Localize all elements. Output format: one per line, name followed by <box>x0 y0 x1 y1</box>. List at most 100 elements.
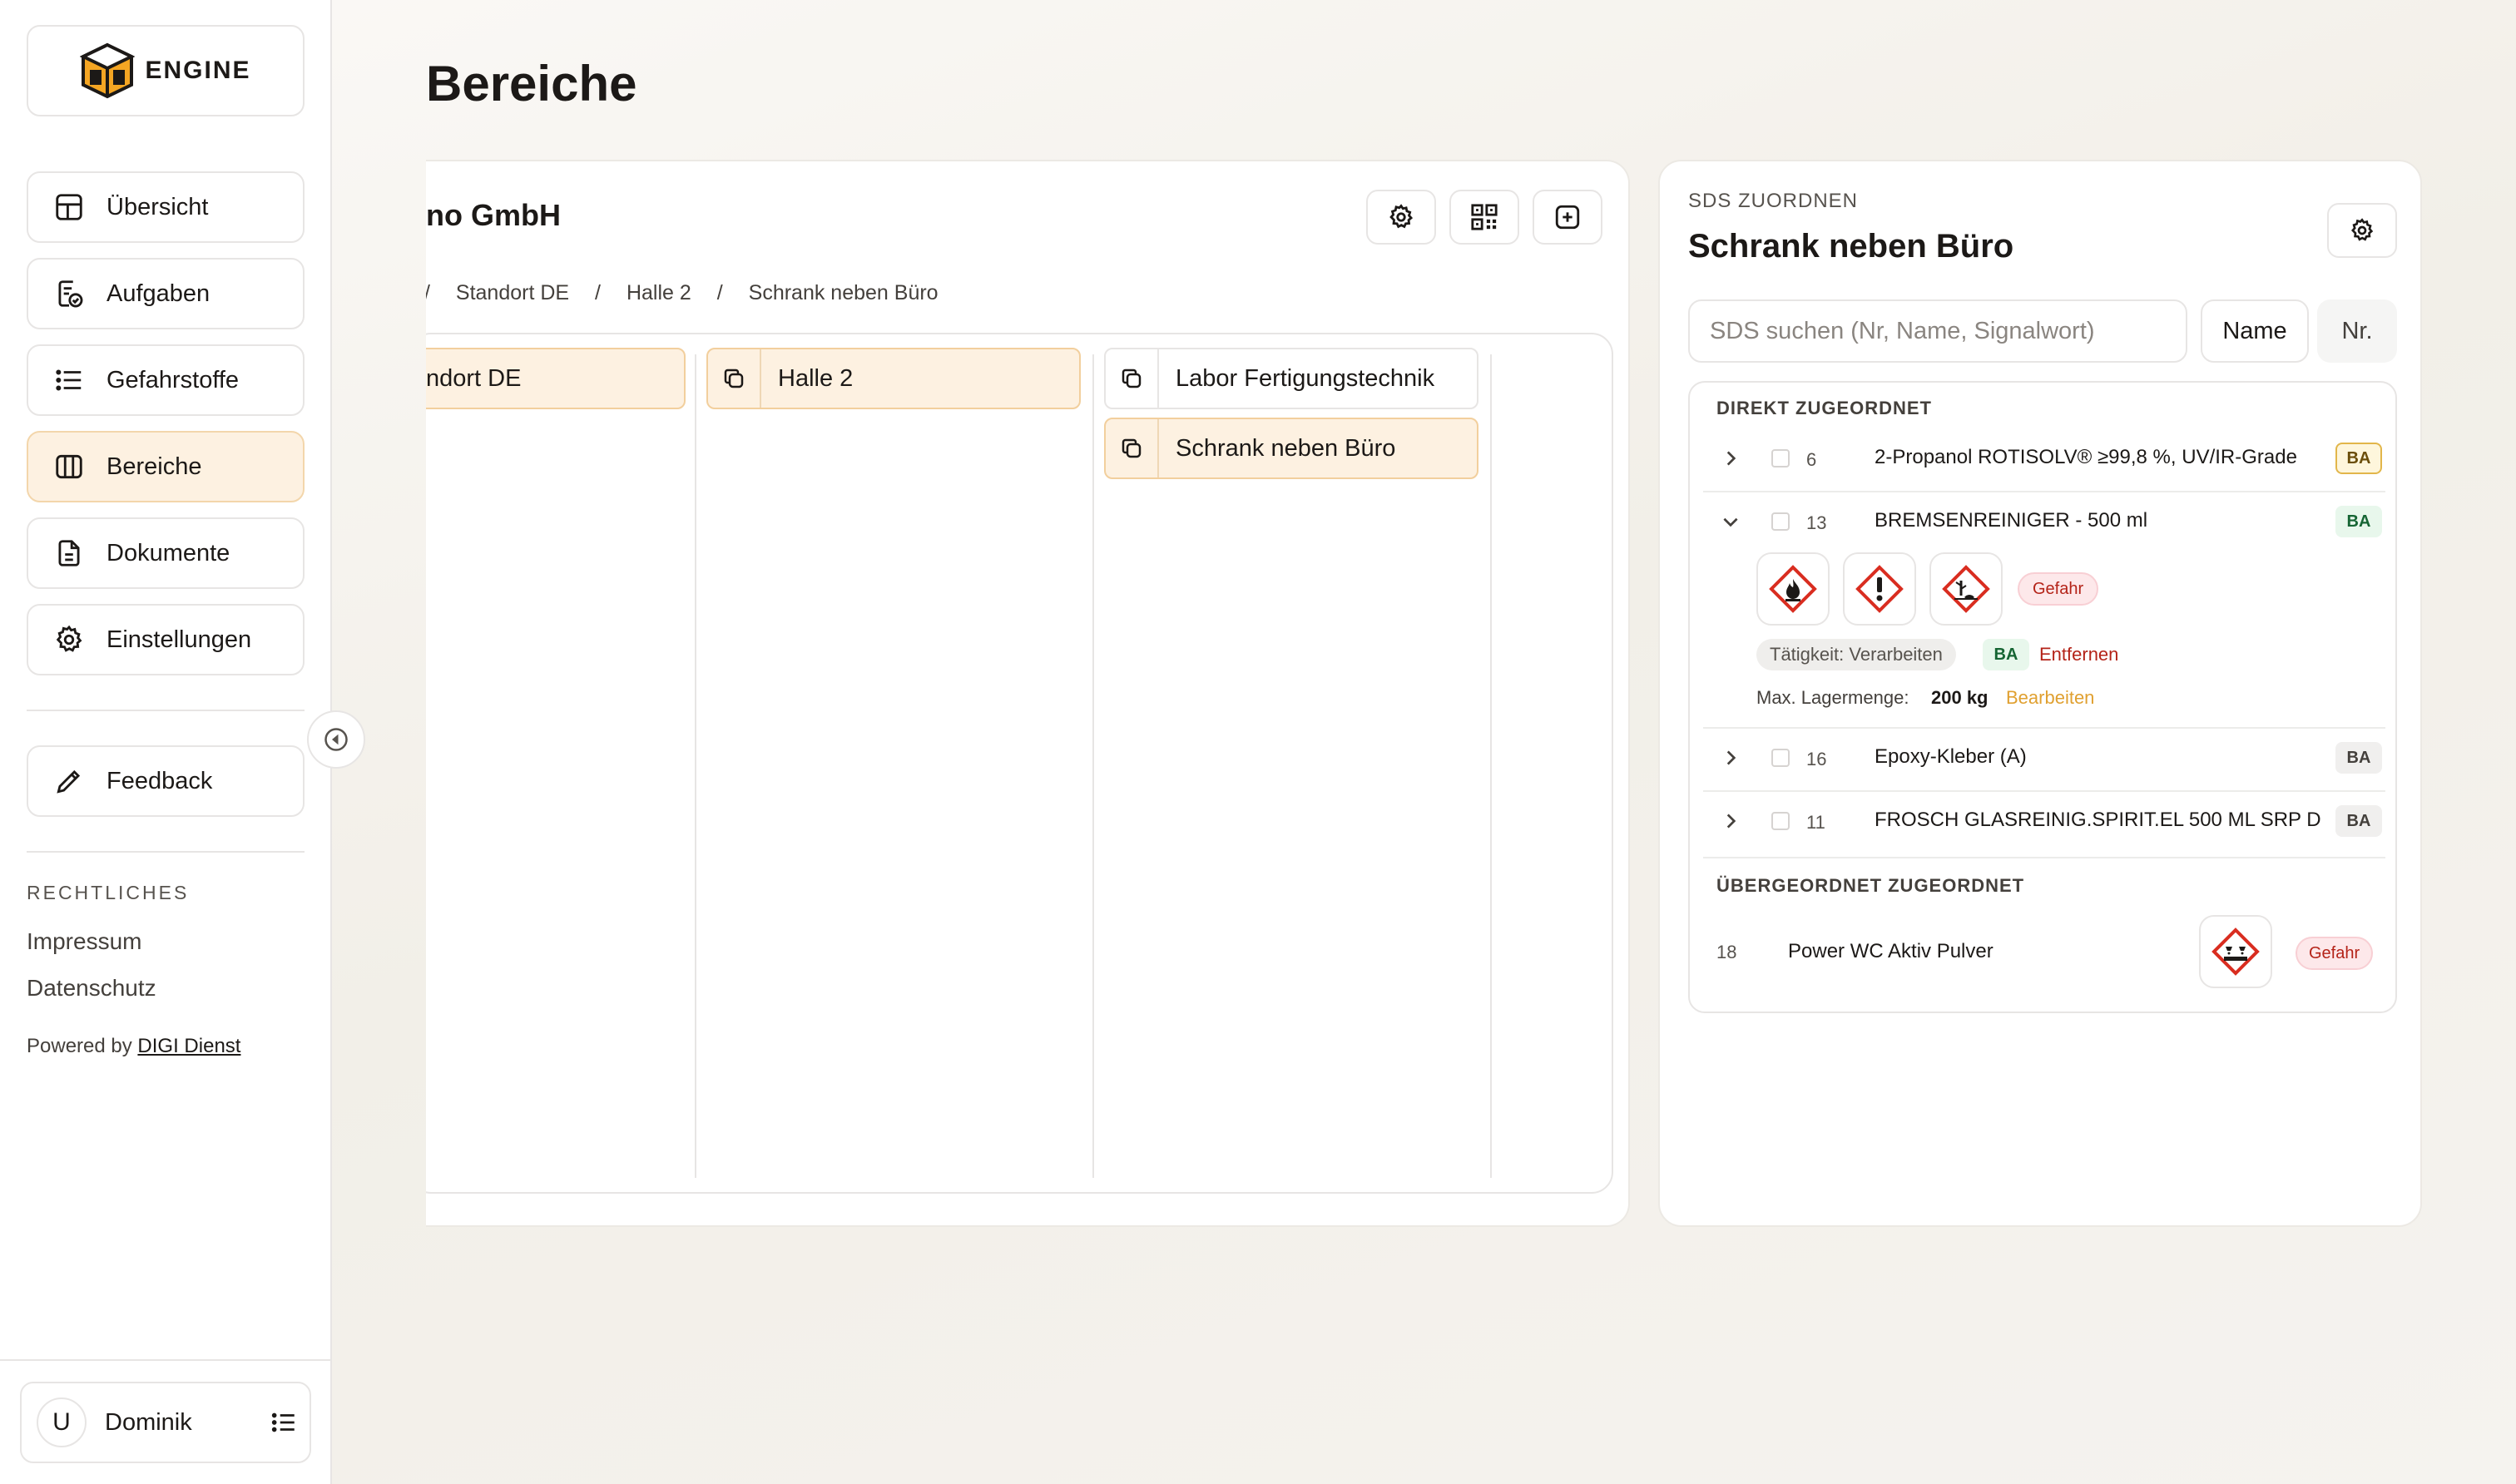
gear-icon <box>2351 218 2374 241</box>
nav-item-aufgaben[interactable]: Aufgaben <box>27 258 305 329</box>
nav-label: Gefahrstoffe <box>106 366 240 393</box>
nav-label: Einstellungen <box>106 626 252 653</box>
sidebar-divider <box>27 710 305 711</box>
list-icon[interactable] <box>270 1408 298 1437</box>
sds-list: DIREKT ZUGEORDNET 6 2-Propanol ROTISOLV®… <box>1688 381 2397 1013</box>
collapse-arrow-icon <box>324 728 348 751</box>
breadcrumb-item[interactable]: Schrank neben Büro <box>749 281 939 304</box>
area-item-label: ndort DE <box>426 364 522 392</box>
ba-badge[interactable]: BA <box>2335 443 2382 474</box>
datenschutz-link[interactable]: Datenschutz <box>27 975 156 1002</box>
brand-logo[interactable]: ENGINE <box>27 25 305 116</box>
breadcrumb: / Standort DE / Halle 2 / Schrank neben … <box>426 281 958 305</box>
nav-item-bereiche[interactable]: Bereiche <box>27 431 305 502</box>
direct-assigned-heading: DIREKT ZUGEORDNET <box>1716 398 1932 418</box>
columns-icon <box>52 449 87 484</box>
row-checkbox[interactable] <box>1771 449 1790 467</box>
plus-square-icon <box>1555 205 1580 230</box>
qr-code-button[interactable] <box>1449 190 1519 245</box>
nav-item-gefahrstoffe[interactable]: Gefahrstoffe <box>27 344 305 416</box>
nav-label: Übersicht <box>106 193 209 220</box>
chevron-right-icon[interactable] <box>1720 747 1741 769</box>
nav-label: Bereiche <box>106 453 202 480</box>
sds-name: Epoxy-Kleber (A) <box>1875 745 2027 768</box>
row-checkbox[interactable] <box>1771 812 1790 830</box>
copy-icon <box>1106 419 1159 477</box>
sds-name: 2-Propanol ROTISOLV® ≥99,8 %, UV/IR-Grad… <box>1875 446 2297 468</box>
gear-icon <box>1389 204 1414 229</box>
chevron-right-icon[interactable] <box>1720 810 1741 832</box>
sds-number: 18 <box>1716 942 1737 962</box>
sds-number: 6 <box>1806 449 1817 470</box>
document-icon <box>52 536 87 571</box>
area-columns: ndort DE Halle 2 Labor Fertigungstechnik… <box>426 333 1613 1194</box>
feedback-button[interactable]: Feedback <box>27 745 305 817</box>
qr-code-icon <box>1471 204 1498 230</box>
list-item[interactable]: 11 FROSCH GLASREINIG.SPIRIT.EL 500 ML SR… <box>1703 792 2385 852</box>
area-item-standort[interactable]: ndort DE <box>426 348 686 409</box>
impressum-link[interactable]: Impressum <box>27 928 141 955</box>
nav-item-einstellungen[interactable]: Einstellungen <box>27 604 305 675</box>
breadcrumb-separator: / <box>426 281 430 304</box>
activity-ba-badge[interactable]: BA <box>1983 639 2029 670</box>
ba-badge[interactable]: BA <box>2335 506 2382 537</box>
parent-assigned-heading: ÜBERGEORDNET ZUGEORDNET <box>1716 875 2025 896</box>
area-item-labor[interactable]: Labor Fertigungstechnik <box>1104 348 1478 409</box>
signal-word-badge: Gefahr <box>2296 937 2374 970</box>
area-item-label: Schrank neben Büro <box>1176 434 1396 462</box>
list-item[interactable]: 16 Epoxy-Kleber (A) BA <box>1703 729 2385 789</box>
feedback-label: Feedback <box>106 767 213 794</box>
remove-link[interactable]: Entfernen <box>2039 644 2118 665</box>
collapse-sidebar-button[interactable] <box>307 710 365 769</box>
sort-nr-button[interactable]: Nr. <box>2317 299 2397 363</box>
edit-link[interactable]: Bearbeiten <box>2006 687 2094 709</box>
sds-title: Schrank neben Büro <box>1688 228 2014 265</box>
powered-by: Powered by DIGI Dienst <box>27 1035 240 1058</box>
sds-search-input[interactable] <box>1688 299 2187 363</box>
ba-badge[interactable]: BA <box>2335 805 2382 837</box>
legal-heading: RECHTLICHES <box>27 882 190 903</box>
list-item[interactable]: 6 2-Propanol ROTISOLV® ≥99,8 %, UV/IR-Gr… <box>1703 429 2385 489</box>
activity-badge[interactable]: Tätigkeit: Verarbeiten <box>1756 639 1956 670</box>
sds-name: BREMSENREINIGER - 500 ml <box>1875 509 2148 532</box>
area-item-halle[interactable]: Halle 2 <box>706 348 1081 409</box>
sidebar: ENGINE Übersicht Aufgaben Gefahrstoffe B… <box>0 0 332 1484</box>
nav-item-uebersicht[interactable]: Übersicht <box>27 171 305 243</box>
row-checkbox[interactable] <box>1771 749 1790 767</box>
sds-subtitle: SDS ZUORDNEN <box>1688 190 1859 212</box>
sds-name: FROSCH GLASREINIG.SPIRIT.EL 500 ML SRP D <box>1875 809 2321 831</box>
row-checkbox[interactable] <box>1771 512 1790 531</box>
column-divider <box>1490 354 1492 1178</box>
area-item-label: Labor Fertigungstechnik <box>1176 364 1435 392</box>
breadcrumb-separator: / <box>595 281 601 304</box>
sidebar-divider <box>27 851 305 853</box>
digi-dienst-link[interactable]: DIGI Dienst <box>137 1035 240 1057</box>
breadcrumb-item[interactable]: Standort DE <box>456 281 569 304</box>
nav-label: Aufgaben <box>106 279 210 307</box>
gear-icon <box>52 622 87 657</box>
add-area-button[interactable] <box>1533 190 1602 245</box>
nav-item-dokumente[interactable]: Dokumente <box>27 517 305 589</box>
max-storage-label: Max. Lagermenge: <box>1756 687 1909 708</box>
sidebar-divider <box>0 1359 332 1361</box>
user-name: Dominik <box>105 1408 192 1436</box>
powered-prefix: Powered by <box>27 1035 132 1057</box>
breadcrumb-item[interactable]: Halle 2 <box>627 281 691 304</box>
area-item-label: Halle 2 <box>778 364 854 392</box>
ba-badge[interactable]: BA <box>2335 742 2382 774</box>
chevron-right-icon[interactable] <box>1720 448 1741 469</box>
chevron-down-icon[interactable] <box>1720 511 1741 532</box>
area-settings-button[interactable] <box>1366 190 1436 245</box>
list-item[interactable]: 13 BREMSENREINIGER - 500 ml BA <box>1703 492 2385 552</box>
exclamation-pictogram-icon <box>1843 552 1916 626</box>
engine-logo-icon <box>80 42 136 99</box>
corrosive-pictogram-icon <box>2199 915 2272 988</box>
area-item-schrank[interactable]: Schrank neben Büro <box>1104 418 1478 479</box>
sds-number: 13 <box>1806 512 1827 533</box>
list-item[interactable]: 18 Power WC Aktiv Pulver Gefahr <box>1703 915 2385 992</box>
sort-name-button[interactable]: Name <box>2201 299 2309 363</box>
sds-settings-button[interactable] <box>2327 203 2397 258</box>
environment-pictogram-icon <box>1929 552 2003 626</box>
user-menu[interactable]: U Dominik <box>20 1382 311 1463</box>
column-divider <box>1092 354 1094 1178</box>
